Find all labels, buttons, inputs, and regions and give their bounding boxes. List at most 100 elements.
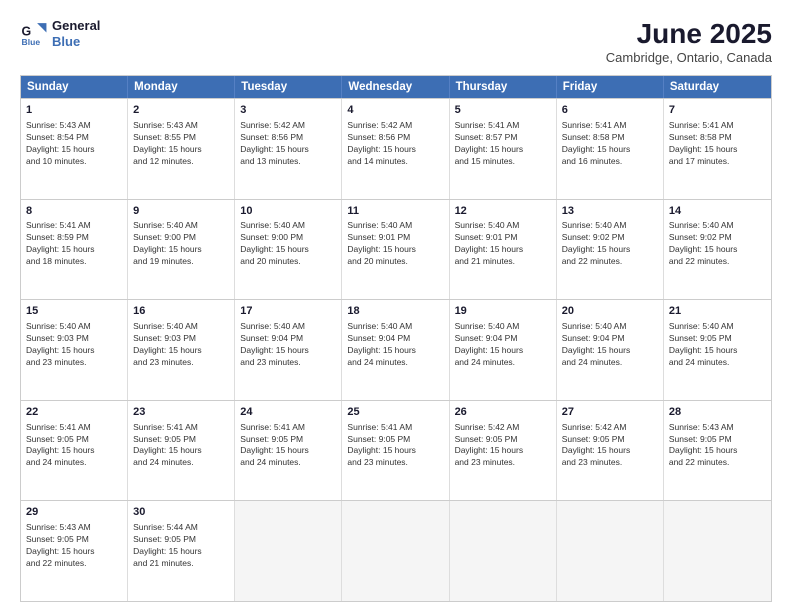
day-cell-15: 15 Sunrise: 5:40 AMSunset: 9:03 PMDayligh…: [21, 300, 128, 400]
logo-text-block: General Blue: [52, 18, 100, 49]
day-number: 24: [240, 405, 336, 420]
empty-cell-r4c6: [664, 501, 771, 601]
title-block: June 2025 Cambridge, Ontario, Canada: [606, 18, 772, 65]
header-day-saturday: Saturday: [664, 76, 771, 98]
calendar-row-3: 15 Sunrise: 5:40 AMSunset: 9:03 PMDayligh…: [21, 299, 771, 400]
day-number: 28: [669, 405, 766, 420]
day-cell-9: 9Sunrise: 5:40 AMSunset: 9:00 PMDaylight…: [128, 200, 235, 300]
day-info: Sunrise: 5:40 AMSunset: 9:03 PMDaylight:…: [133, 321, 229, 369]
day-cell-30: 30Sunrise: 5:44 AMSunset: 9:05 PMDayligh…: [128, 501, 235, 601]
day-cell-17: 17 Sunrise: 5:40 AMSunset: 9:04 PMDayligh…: [235, 300, 342, 400]
day-info: Sunrise: 5:41 AMSunset: 8:57 PMDaylight:…: [455, 120, 551, 168]
day-number: 27: [562, 405, 658, 420]
header-day-tuesday: Tuesday: [235, 76, 342, 98]
day-number: 13: [562, 204, 658, 219]
calendar-row-5: 29Sunrise: 5:43 AMSunset: 9:05 PMDayligh…: [21, 500, 771, 601]
day-info: Sunrise: 5:40 AMSunset: 9:01 PMDaylight:…: [455, 220, 551, 268]
day-info: Sunrise: 5:42 AMSunset: 8:56 PMDaylight:…: [347, 120, 443, 168]
empty-cell-r4c5: [557, 501, 664, 601]
day-cell-6: 6 Sunrise: 5:41 AMSunset: 8:58 PMDaylight…: [557, 99, 664, 199]
day-number: 7: [669, 103, 766, 118]
month-title: June 2025: [606, 18, 772, 50]
day-cell-14: 14Sunrise: 5:40 AMSunset: 9:02 PMDayligh…: [664, 200, 771, 300]
day-number: 1: [26, 103, 122, 118]
header-day-sunday: Sunday: [21, 76, 128, 98]
day-number: 4: [347, 103, 443, 118]
day-info: Sunrise: 5:41 AMSunset: 8:58 PMDaylight:…: [669, 120, 766, 168]
logo-line2: Blue: [52, 34, 100, 50]
day-number: 20: [562, 304, 658, 319]
day-number: 10: [240, 204, 336, 219]
day-info: Sunrise: 5:40 AMSunset: 9:03 PMDaylight:…: [26, 321, 122, 369]
day-info: Sunrise: 5:40 AMSunset: 9:00 PMDaylight:…: [133, 220, 229, 268]
day-cell-24: 24 Sunrise: 5:41 AMSunset: 9:05 PMDayligh…: [235, 401, 342, 501]
day-cell-18: 18 Sunrise: 5:40 AMSunset: 9:04 PMDayligh…: [342, 300, 449, 400]
day-number: 8: [26, 204, 122, 219]
day-cell-20: 20 Sunrise: 5:40 AMSunset: 9:04 PMDayligh…: [557, 300, 664, 400]
day-info: Sunrise: 5:43 AMSunset: 8:55 PMDaylight:…: [133, 120, 229, 168]
day-info: Sunrise: 5:40 AMSunset: 9:05 PMDaylight:…: [669, 321, 766, 369]
day-number: 9: [133, 204, 229, 219]
header-day-wednesday: Wednesday: [342, 76, 449, 98]
header-day-friday: Friday: [557, 76, 664, 98]
header: G Blue General Blue June 2025 Cambridge,…: [20, 18, 772, 65]
svg-text:Blue: Blue: [22, 36, 41, 46]
day-info: Sunrise: 5:40 AMSunset: 9:04 PMDaylight:…: [562, 321, 658, 369]
day-number: 21: [669, 304, 766, 319]
calendar-body: 1Sunrise: 5:43 AMSunset: 8:54 PMDaylight…: [21, 98, 771, 601]
empty-cell-r4c4: [450, 501, 557, 601]
day-info: Sunrise: 5:40 AMSunset: 9:04 PMDaylight:…: [455, 321, 551, 369]
header-day-monday: Monday: [128, 76, 235, 98]
day-info: Sunrise: 5:40 AMSunset: 9:01 PMDaylight:…: [347, 220, 443, 268]
day-info: Sunrise: 5:41 AMSunset: 9:05 PMDaylight:…: [26, 422, 122, 470]
calendar-header: SundayMondayTuesdayWednesdayThursdayFrid…: [21, 76, 771, 98]
day-info: Sunrise: 5:41 AMSunset: 8:59 PMDaylight:…: [26, 220, 122, 268]
day-cell-16: 16 Sunrise: 5:40 AMSunset: 9:03 PMDayligh…: [128, 300, 235, 400]
day-info: Sunrise: 5:40 AMSunset: 9:02 PMDaylight:…: [669, 220, 766, 268]
day-cell-10: 10Sunrise: 5:40 AMSunset: 9:00 PMDayligh…: [235, 200, 342, 300]
day-cell-12: 12Sunrise: 5:40 AMSunset: 9:01 PMDayligh…: [450, 200, 557, 300]
day-number: 18: [347, 304, 443, 319]
day-info: Sunrise: 5:40 AMSunset: 9:04 PMDaylight:…: [347, 321, 443, 369]
logo-icon: G Blue: [20, 20, 48, 48]
day-number: 3: [240, 103, 336, 118]
day-number: 22: [26, 405, 122, 420]
day-cell-1: 1Sunrise: 5:43 AMSunset: 8:54 PMDaylight…: [21, 99, 128, 199]
day-number: 26: [455, 405, 551, 420]
day-number: 11: [347, 204, 443, 219]
day-number: 12: [455, 204, 551, 219]
day-info: Sunrise: 5:41 AMSunset: 9:05 PMDaylight:…: [240, 422, 336, 470]
logo-line1: General: [52, 18, 100, 34]
day-info: Sunrise: 5:41 AMSunset: 9:05 PMDaylight:…: [133, 422, 229, 470]
day-cell-23: 23Sunrise: 5:41 AMSunset: 9:05 PMDayligh…: [128, 401, 235, 501]
day-number: 16: [133, 304, 229, 319]
day-info: Sunrise: 5:43 AMSunset: 9:05 PMDaylight:…: [669, 422, 766, 470]
day-number: 17: [240, 304, 336, 319]
day-info: Sunrise: 5:42 AMSunset: 9:05 PMDaylight:…: [455, 422, 551, 470]
empty-cell-r4c3: [342, 501, 449, 601]
day-cell-7: 7 Sunrise: 5:41 AMSunset: 8:58 PMDaylight…: [664, 99, 771, 199]
day-info: Sunrise: 5:40 AMSunset: 9:02 PMDaylight:…: [562, 220, 658, 268]
day-cell-5: 5 Sunrise: 5:41 AMSunset: 8:57 PMDaylight…: [450, 99, 557, 199]
header-day-thursday: Thursday: [450, 76, 557, 98]
day-cell-11: 11Sunrise: 5:40 AMSunset: 9:01 PMDayligh…: [342, 200, 449, 300]
day-number: 19: [455, 304, 551, 319]
day-info: Sunrise: 5:41 AMSunset: 8:58 PMDaylight:…: [562, 120, 658, 168]
day-cell-2: 2Sunrise: 5:43 AMSunset: 8:55 PMDaylight…: [128, 99, 235, 199]
calendar-row-4: 22 Sunrise: 5:41 AMSunset: 9:05 PMDayligh…: [21, 400, 771, 501]
day-cell-29: 29Sunrise: 5:43 AMSunset: 9:05 PMDayligh…: [21, 501, 128, 601]
day-number: 15: [26, 304, 122, 319]
calendar-row-2: 8Sunrise: 5:41 AMSunset: 8:59 PMDaylight…: [21, 199, 771, 300]
day-number: 6: [562, 103, 658, 118]
day-cell-13: 13Sunrise: 5:40 AMSunset: 9:02 PMDayligh…: [557, 200, 664, 300]
day-cell-19: 19 Sunrise: 5:40 AMSunset: 9:04 PMDayligh…: [450, 300, 557, 400]
empty-cell-r4c2: [235, 501, 342, 601]
day-cell-21: 21 Sunrise: 5:40 AMSunset: 9:05 PMDayligh…: [664, 300, 771, 400]
day-number: 5: [455, 103, 551, 118]
logo: G Blue General Blue: [20, 18, 100, 49]
day-number: 14: [669, 204, 766, 219]
day-cell-27: 27Sunrise: 5:42 AMSunset: 9:05 PMDayligh…: [557, 401, 664, 501]
day-cell-3: 3Sunrise: 5:42 AMSunset: 8:56 PMDaylight…: [235, 99, 342, 199]
day-cell-26: 26 Sunrise: 5:42 AMSunset: 9:05 PMDayligh…: [450, 401, 557, 501]
day-info: Sunrise: 5:40 AMSunset: 9:04 PMDaylight:…: [240, 321, 336, 369]
